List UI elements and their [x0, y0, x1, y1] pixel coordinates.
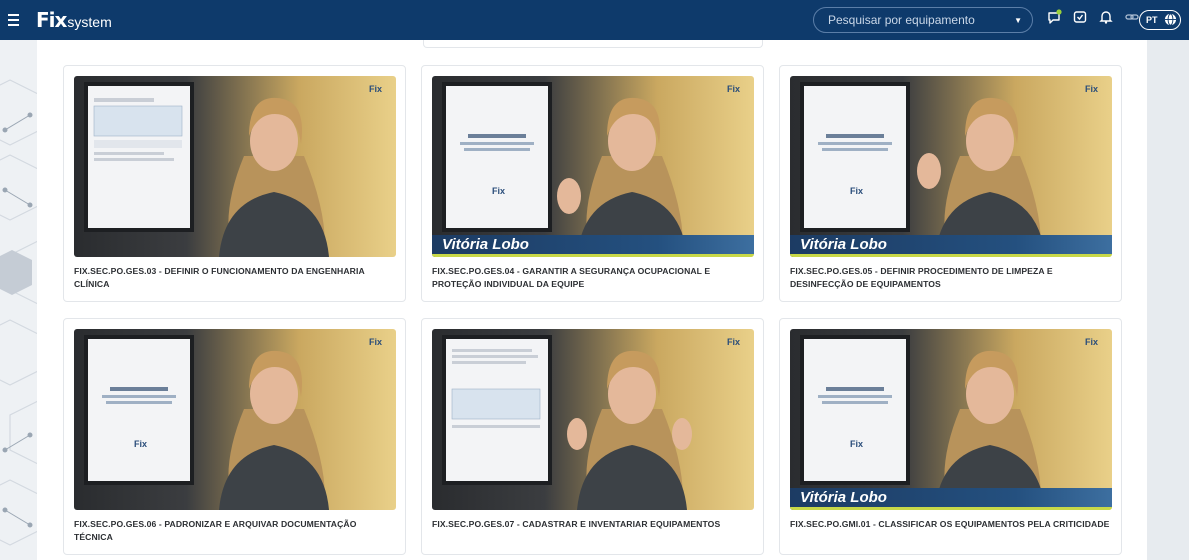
document-screen: Fix — [800, 82, 910, 232]
equipment-search-input[interactable]: Pesquisar por equipamento ▼ — [813, 7, 1033, 33]
fix-watermark-icon: Fix — [1084, 337, 1098, 347]
chat-icon[interactable] — [1046, 9, 1062, 25]
video-title[interactable]: FIX.SEC.PO.GES.06 - PADRONIZAR E ARQUIVA… — [74, 518, 396, 544]
presenter-figure — [219, 97, 329, 257]
video-card[interactable]: Fix Fix Vitória Lobo FIX.SEC.PO.GMI.01 -… — [779, 318, 1122, 555]
hamburger-icon[interactable] — [8, 11, 26, 29]
presenter-figure — [219, 350, 329, 510]
fix-watermark-icon: Fix — [726, 337, 740, 347]
video-thumbnail[interactable]: Fix — [432, 329, 754, 510]
presenter-name: Vitória Lobo — [442, 236, 529, 253]
document-screen — [84, 82, 194, 232]
video-title[interactable]: FIX.SEC.PO.GES.04 - GARANTIR A SEGURANÇA… — [432, 265, 754, 291]
checklist-icon[interactable] — [1072, 9, 1088, 25]
video-thumbnail[interactable]: Fix Fix Vitória Lobo — [432, 76, 754, 257]
logo-mark: Fix — [36, 8, 67, 32]
video-card[interactable]: Fix Fix Vitória Lobo FIX.SEC.PO.GES.05 -… — [779, 65, 1122, 302]
presenter-figure — [557, 97, 687, 257]
video-thumbnail[interactable]: Fix Fix Vitória Lobo — [790, 329, 1112, 510]
presenter-nameplate: Vitória Lobo — [432, 235, 754, 257]
svg-text:Fix: Fix — [850, 186, 863, 196]
video-title[interactable]: FIX.SEC.PO.GES.07 - CADASTRAR E INVENTAR… — [432, 518, 754, 531]
language-code: PT — [1146, 15, 1158, 25]
app-logo[interactable]: Fix system — [36, 8, 112, 32]
video-card[interactable]: Fix Fix Vitória Lobo FIX.SEC.PO.GES.04 -… — [421, 65, 764, 302]
main-content-panel: Fix FIX.SEC.PO.GES.03 - DEFINIR O FUNCIO… — [37, 40, 1147, 560]
background-right — [1147, 40, 1189, 560]
video-title[interactable]: FIX.SEC.PO.GES.03 - DEFINIR O FUNCIONAME… — [74, 265, 396, 291]
video-thumbnail[interactable]: Fix Fix — [74, 329, 396, 510]
svg-text:Fix: Fix — [134, 439, 147, 449]
fix-watermark-icon: Fix — [368, 84, 382, 94]
topbar-actions — [1046, 9, 1140, 25]
document-screen: Fix — [800, 335, 910, 485]
top-navigation-bar: Fix system Pesquisar por equipamento ▼ P… — [0, 0, 1189, 40]
bell-icon[interactable] — [1098, 9, 1114, 25]
presenter-nameplate: Vitória Lobo — [790, 488, 1112, 510]
search-placeholder: Pesquisar por equipamento — [828, 13, 975, 27]
language-selector[interactable]: PT — [1139, 10, 1181, 30]
presenter-name: Vitória Lobo — [800, 236, 887, 253]
document-screen: Fix — [84, 335, 194, 485]
video-thumbnail[interactable]: Fix — [74, 76, 396, 257]
presenter-figure — [917, 97, 1045, 257]
video-card[interactable]: Fix FIX.SEC.PO.GES.07 - CADASTRAR E INVE… — [421, 318, 764, 555]
fix-watermark-icon: Fix — [368, 337, 382, 347]
video-card[interactable]: Fix Fix FIX.SEC.PO.GES.06 - PADRONIZAR E… — [63, 318, 406, 555]
previous-row-card-edge — [423, 40, 763, 48]
video-title[interactable]: FIX.SEC.PO.GMI.01 - CLASSIFICAR OS EQUIP… — [790, 518, 1112, 531]
link-icon[interactable] — [1124, 9, 1140, 25]
video-thumbnail[interactable]: Fix Fix Vitória Lobo — [790, 76, 1112, 257]
presenter-name: Vitória Lobo — [800, 489, 887, 506]
fix-watermark-icon: Fix — [726, 84, 740, 94]
fix-watermark-icon: Fix — [1084, 84, 1098, 94]
presenter-figure — [567, 350, 692, 510]
globe-icon — [1164, 12, 1177, 28]
svg-text:Fix: Fix — [492, 186, 505, 196]
logo-text: system — [67, 14, 112, 30]
video-card[interactable]: Fix FIX.SEC.PO.GES.03 - DEFINIR O FUNCIO… — [63, 65, 406, 302]
document-screen: Fix — [442, 82, 552, 232]
video-title[interactable]: FIX.SEC.PO.GES.05 - DEFINIR PROCEDIMENTO… — [790, 265, 1112, 291]
presenter-figure — [935, 350, 1045, 510]
presenter-nameplate: Vitória Lobo — [790, 235, 1112, 257]
document-screen — [442, 335, 552, 485]
svg-text:Fix: Fix — [850, 439, 863, 449]
chevron-down-icon[interactable]: ▼ — [1014, 16, 1022, 25]
